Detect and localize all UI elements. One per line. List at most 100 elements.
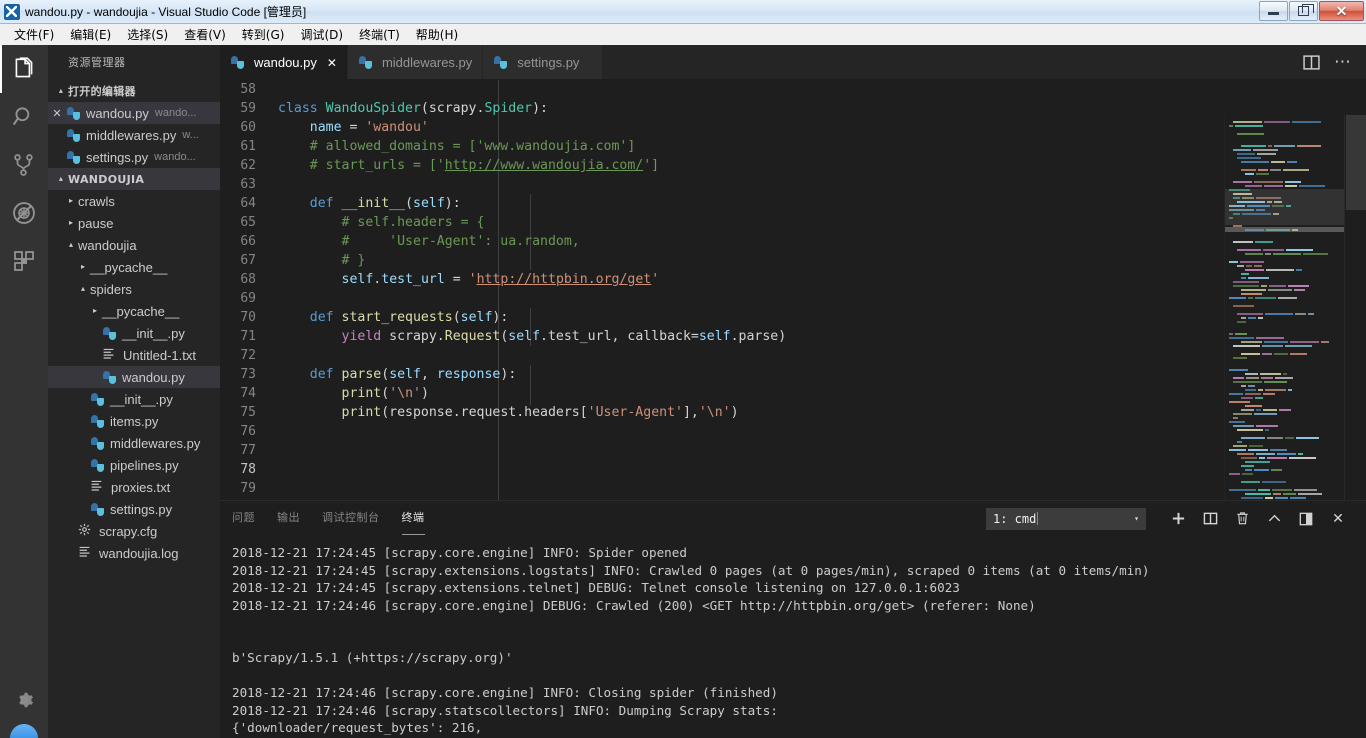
panel-header: 问题 输出 调试控制台 终端 1: cmd ▾ ✕ <box>220 501 1366 536</box>
open-editor-item-wandou[interactable]: ✕ wandou.py wando... <box>48 102 220 124</box>
close-icon[interactable]: ✕ <box>327 56 337 70</box>
split-terminal-button[interactable] <box>1194 505 1226 533</box>
tree-folder--pycache-[interactable]: ▸ __pycache__ <box>48 300 220 322</box>
minimap-line <box>1229 349 1340 352</box>
tab-problems[interactable]: 问题 <box>232 509 255 528</box>
more-actions-icon[interactable]: ⋯ <box>1334 53 1352 70</box>
minimap-current-line <box>1225 227 1344 232</box>
file-tree: ▸ crawls ▸ pause ▴ wandoujia ▸ __pycache__ ▴ spid… <box>48 190 220 564</box>
line-number: 65 <box>240 215 256 230</box>
collapse-panel-button[interactable] <box>1258 505 1290 533</box>
tree-folder-wandoujia[interactable]: ▴ wandoujia <box>48 234 220 256</box>
tree-file-middlewares-py[interactable]: middlewares.py <box>48 432 220 454</box>
tree-folder-spiders[interactable]: ▴ spiders <box>48 278 220 300</box>
tree-file--init-py[interactable]: __init__.py <box>48 388 220 410</box>
terminal-line: 2018-12-21 17:24:46 [scrapy.core.engine]… <box>232 597 1036 613</box>
activity-settings[interactable] <box>0 676 48 724</box>
line-number: 70 <box>240 310 256 325</box>
folder-name: __pycache__ <box>90 259 168 275</box>
file-name: __init__.py <box>122 325 185 341</box>
panel-actions: 1: cmd ▾ ✕ <box>986 505 1366 533</box>
terminal-select[interactable]: 1: cmd ▾ <box>986 507 1146 530</box>
minimap-line <box>1229 381 1340 384</box>
minimap-slider[interactable] <box>1225 189 1344 225</box>
tab-settings-py[interactable]: settings.py <box>483 45 604 79</box>
split-editor-icon[interactable] <box>1303 54 1320 71</box>
close-panel-icon: ✕ <box>1332 510 1344 526</box>
terminal-output[interactable]: 2018-12-21 17:24:45 [scrapy.core.engine]… <box>220 536 1366 738</box>
window-title: wandou.py - wandoujia - Visual Studio Co… <box>25 5 307 19</box>
activity-search[interactable] <box>0 93 48 141</box>
activity-extensions[interactable] <box>0 237 48 285</box>
menu-go[interactable]: 转到(G) <box>234 24 293 45</box>
minimap-line <box>1229 337 1340 340</box>
code-line: 76 <box>220 422 1366 441</box>
tree-file-wandoujia-log[interactable]: wandoujia.log <box>48 542 220 564</box>
minimap-line <box>1229 405 1340 408</box>
account-avatar-icon[interactable] <box>10 724 38 738</box>
code-text: print('\n') <box>341 386 429 401</box>
minimap-line <box>1229 417 1340 420</box>
tree-file-wandou-py[interactable]: wandou.py <box>48 366 220 388</box>
tree-folder-crawls[interactable]: ▸ crawls <box>48 190 220 212</box>
minimap[interactable] <box>1224 115 1344 500</box>
menu-view[interactable]: 查看(V) <box>176 24 234 45</box>
tab-label: wandou.py <box>254 55 317 70</box>
open-editors-header[interactable]: ▴ 打开的编辑器 <box>48 80 220 102</box>
tree-folder--pycache-[interactable]: ▸ __pycache__ <box>48 256 220 278</box>
tree-file--init-py[interactable]: __init__.py <box>48 322 220 344</box>
activity-explorer[interactable] <box>0 45 48 93</box>
restore-button[interactable] <box>1289 0 1318 21</box>
close-button[interactable]: ✕ <box>1319 0 1364 21</box>
tab-middlewares-py[interactable]: middlewares.py <box>347 45 484 79</box>
tree-file-settings-py[interactable]: settings.py <box>48 498 220 520</box>
split-terminal-icon <box>1203 512 1217 525</box>
tab-output[interactable]: 输出 <box>277 509 300 528</box>
code-text: def parse(self, response): <box>309 367 517 382</box>
code-line: 60 name = 'wandou' <box>220 118 1366 137</box>
tree-file-pipelines-py[interactable]: pipelines.py <box>48 454 220 476</box>
line-number: 59 <box>240 101 256 116</box>
extensions-icon <box>14 251 34 271</box>
minimap-line <box>1229 141 1340 144</box>
maximize-panel-button[interactable] <box>1290 505 1322 533</box>
open-editor-item-middlewares[interactable]: middlewares.py w... <box>48 124 220 146</box>
minimap-line <box>1229 441 1340 444</box>
tree-file-items-py[interactable]: items.py <box>48 410 220 432</box>
tree-file-proxies-txt[interactable]: proxies.txt <box>48 476 220 498</box>
tree-file-scrapy-cfg[interactable]: scrapy.cfg <box>48 520 220 542</box>
menu-help[interactable]: 帮助(H) <box>408 24 466 45</box>
activity-debug[interactable] <box>0 189 48 237</box>
line-number: 68 <box>240 272 256 287</box>
activity-source-control[interactable] <box>0 141 48 189</box>
tab-terminal[interactable]: 终端 <box>401 509 425 535</box>
kill-terminal-button[interactable] <box>1226 505 1258 533</box>
chevron-up-icon <box>1268 514 1280 522</box>
code-line: 59 class WandouSpider(scrapy.Spider): <box>220 99 1366 118</box>
code-editor[interactable]: 58 59 class WandouSpider(scrapy.Spider): 60… <box>220 80 1366 500</box>
add-terminal-button[interactable] <box>1162 505 1194 533</box>
menu-debug[interactable]: 调试(D) <box>292 24 351 45</box>
open-editor-item-settings[interactable]: settings.py wando... <box>48 146 220 168</box>
tree-file-untitled-1-txt[interactable]: Untitled-1.txt <box>48 344 220 366</box>
close-icon[interactable]: ✕ <box>48 107 66 120</box>
tab-debug-console[interactable]: 调试控制台 <box>322 509 380 528</box>
close-panel-button[interactable]: ✕ <box>1322 505 1354 533</box>
editor-scrollbar[interactable] <box>1344 115 1366 500</box>
folder-root-header[interactable]: ▴ WANDOUJIA <box>48 168 220 190</box>
minimize-button[interactable] <box>1259 0 1288 21</box>
minimap-line <box>1229 137 1340 140</box>
menu-edit[interactable]: 编辑(E) <box>62 24 119 45</box>
file-name: middlewares.py <box>110 435 201 451</box>
menu-file[interactable]: 文件(F) <box>6 24 62 45</box>
minimap-line <box>1229 385 1340 388</box>
minimap-line <box>1229 305 1340 308</box>
menu-terminal[interactable]: 终端(T) <box>351 24 408 45</box>
tab-wandou-py[interactable]: wandou.py ✕ <box>220 45 348 79</box>
tree-folder-pause[interactable]: ▸ pause <box>48 212 220 234</box>
minimap-line <box>1229 357 1340 360</box>
scrollbar-thumb[interactable] <box>1346 115 1366 210</box>
menu-selection[interactable]: 选择(S) <box>119 24 176 45</box>
file-name: settings.py <box>86 149 149 165</box>
editor-tabs: wandou.py ✕ middlewares.py settings.py ⋯ <box>220 45 1366 80</box>
